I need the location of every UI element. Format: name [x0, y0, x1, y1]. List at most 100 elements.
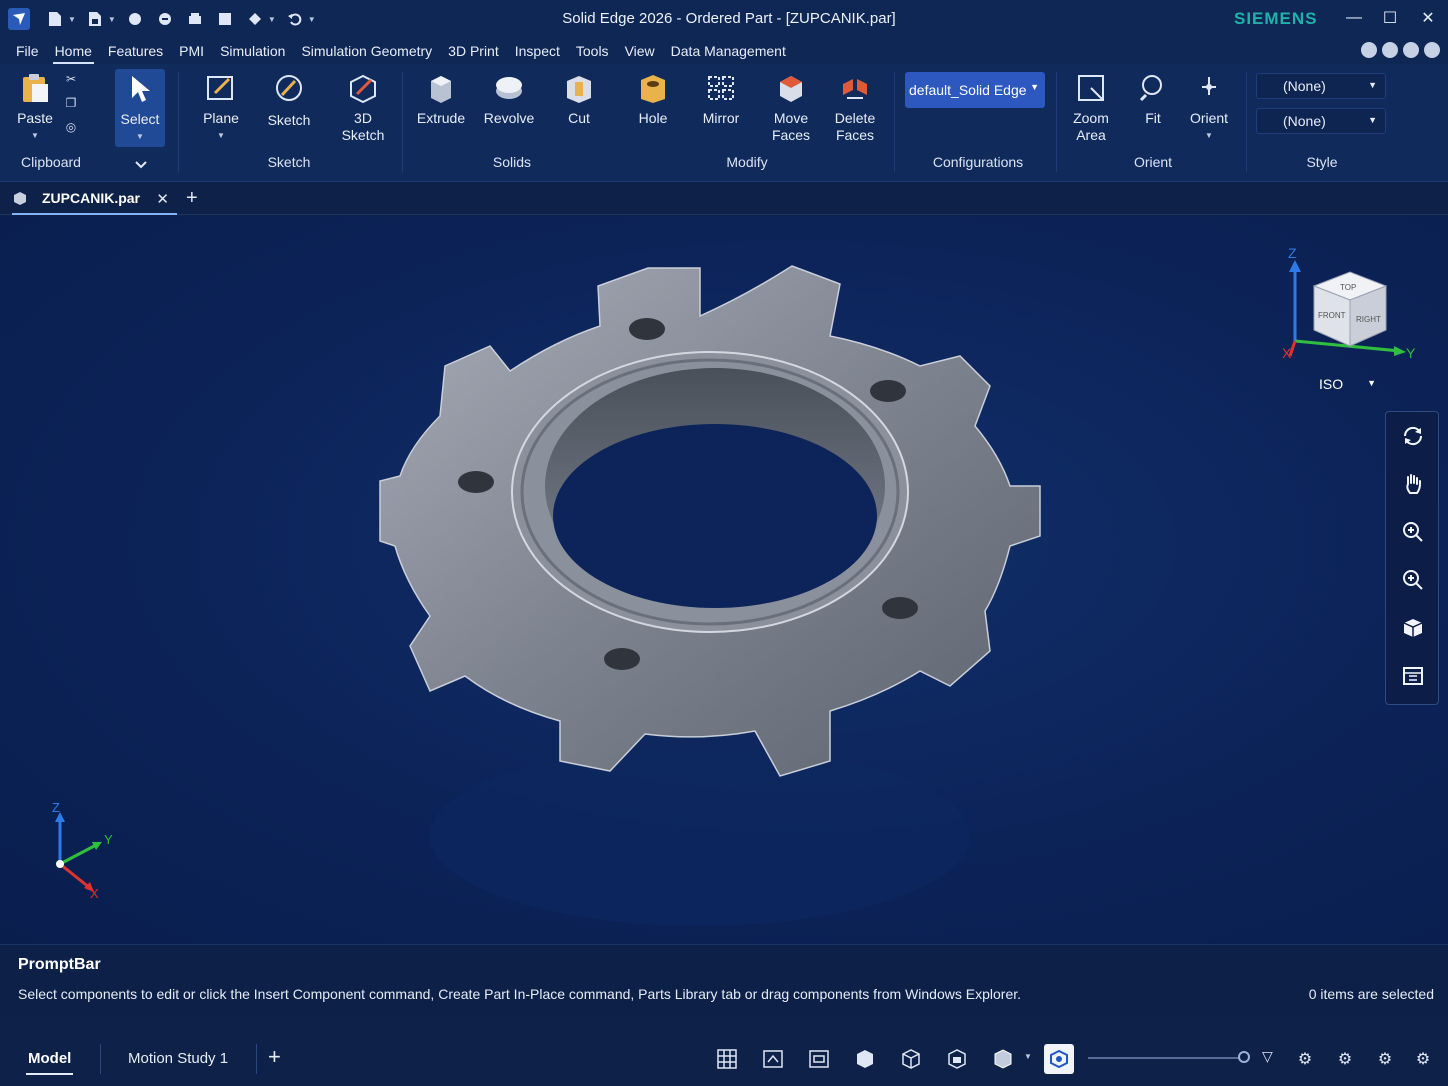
revolve-label: Revolve	[483, 110, 535, 126]
settings-icon[interactable]	[1382, 42, 1398, 58]
move-faces-button[interactable]: Move Faces	[764, 72, 818, 144]
sketch-view-icon[interactable]	[760, 1046, 786, 1072]
extrude-button[interactable]: Extrude	[414, 72, 468, 127]
mirror-label: Mirror	[702, 110, 740, 126]
gear-icon[interactable]: ⚙	[1332, 1046, 1358, 1072]
chevron-down-icon: ▼	[1367, 378, 1376, 388]
revolve-button[interactable]: Revolve	[482, 72, 536, 127]
gear-icon[interactable]: ⚙	[1410, 1046, 1436, 1072]
tab-motion-study[interactable]: Motion Study 1	[128, 1050, 228, 1067]
help-icon[interactable]	[1361, 42, 1377, 58]
menu-pmi[interactable]: PMI	[171, 38, 212, 64]
sprocket-model[interactable]	[379, 265, 1041, 777]
view-cube[interactable]: Z Y X TOP FRONT RIGHT	[1282, 245, 1416, 361]
cut-icon[interactable]: ✂	[62, 72, 80, 88]
gear-icon[interactable]: ⚙	[1372, 1046, 1398, 1072]
menu-home[interactable]: Home	[47, 38, 100, 64]
format-painter-icon[interactable]: ◎	[62, 120, 80, 136]
minimize-button[interactable]: —	[1336, 4, 1372, 32]
menu-inspect[interactable]: Inspect	[507, 38, 568, 64]
save-as-icon[interactable]	[152, 6, 178, 32]
bolt-hole	[604, 648, 640, 670]
maximize-button[interactable]: ☐	[1372, 4, 1408, 32]
undo-icon[interactable]	[282, 6, 308, 32]
group-clipboard-label: Clipboard	[21, 154, 81, 170]
select-group-expander[interactable]	[132, 156, 150, 173]
zoom-area-icon[interactable]	[1399, 566, 1427, 594]
fit-button[interactable]: Fit	[1126, 72, 1180, 127]
menu-simulation-geometry[interactable]: Simulation Geometry	[293, 38, 440, 64]
print-icon[interactable]	[182, 6, 208, 32]
new-file-icon[interactable]	[42, 6, 68, 32]
app-menu-icon[interactable]	[8, 8, 30, 30]
open-file-icon[interactable]	[82, 6, 108, 32]
menu-3d-print[interactable]: 3D Print	[440, 38, 507, 64]
mirror-button[interactable]: Mirror	[694, 72, 748, 127]
document-tab[interactable]: ZUPCANIK.par ✕	[12, 182, 177, 215]
graphics-viewport[interactable]: Z Y X Z Y X TOP FRONT RIGHT ISO ▼	[0, 216, 1448, 944]
view-style-select[interactable]: (None) ▼	[1256, 108, 1386, 134]
chevron-down-icon[interactable]: ▼	[268, 15, 276, 24]
tab-model[interactable]: Model	[25, 1050, 74, 1075]
chevron-down-icon[interactable]: ▼	[1024, 1052, 1032, 1061]
chevron-down-icon: ▼	[136, 132, 144, 141]
menu-tools[interactable]: Tools	[568, 38, 617, 64]
zoom-in-icon[interactable]	[1399, 518, 1427, 546]
view-slider-thumb[interactable]	[1238, 1051, 1250, 1063]
visible-edges-icon[interactable]	[944, 1046, 970, 1072]
refresh-icon[interactable]	[1403, 42, 1419, 58]
3d-sketch-button[interactable]: 3D Sketch	[338, 72, 388, 144]
document-tab-bar: ZUPCANIK.par ✕ +	[0, 182, 1448, 215]
group-style-label: Style	[1306, 154, 1338, 170]
model-canvas: Z Y X Z Y X TOP FRONT RIGHT	[52, 245, 1416, 926]
options-icon[interactable]	[1424, 42, 1440, 58]
view-style-icon[interactable]	[1044, 1044, 1074, 1074]
menu-simulation[interactable]: Simulation	[212, 38, 293, 64]
orient-button[interactable]: Orient ▼	[1182, 72, 1236, 144]
view-orientation-select[interactable]: ISO ▼	[1316, 373, 1384, 395]
shaded-icon[interactable]	[852, 1046, 878, 1072]
cut-button[interactable]: Cut	[552, 72, 606, 127]
select-button[interactable]: Select ▼	[115, 69, 165, 147]
chevron-down-icon[interactable]: ▼	[68, 15, 76, 24]
chevron-down-icon[interactable]: ▼	[108, 15, 116, 24]
brand-logo: SIEMENS	[1234, 9, 1318, 28]
chevron-down-icon[interactable]: ▼	[308, 15, 316, 24]
configuration-select[interactable]: default_Solid Edge ▼	[905, 72, 1045, 108]
section-view-icon[interactable]	[806, 1046, 832, 1072]
add-study-icon[interactable]: +	[268, 1044, 281, 1070]
command-finder-icon[interactable]	[242, 6, 268, 32]
plane-label: Plane	[203, 110, 239, 126]
publish-icon[interactable]	[212, 6, 238, 32]
save-icon[interactable]	[122, 6, 148, 32]
paste-button[interactable]: Paste ▼	[14, 72, 56, 144]
grid-icon[interactable]	[714, 1046, 740, 1072]
delete-faces-button[interactable]: Delete Faces	[828, 72, 882, 144]
menu-features[interactable]: Features	[100, 38, 171, 64]
zoom-area-button[interactable]: Zoom Area	[1064, 72, 1118, 144]
bolt-hole	[882, 597, 918, 619]
face-style-select[interactable]: (None) ▼	[1256, 73, 1386, 99]
wireframe-icon[interactable]	[898, 1046, 924, 1072]
sketch-view-icon[interactable]	[1399, 662, 1427, 690]
close-tab-icon[interactable]: ✕	[156, 190, 169, 208]
shaded-view-icon[interactable]	[1399, 614, 1427, 642]
gear-icon[interactable]: ⚙	[1292, 1046, 1318, 1072]
menu-file[interactable]: File	[8, 38, 47, 64]
view-slider-track[interactable]	[1088, 1057, 1246, 1059]
filter-icon[interactable]: ▽	[1262, 1048, 1273, 1065]
menu-data-management[interactable]: Data Management	[663, 38, 794, 64]
hole-button[interactable]: Hole	[626, 72, 680, 127]
sketch-icon	[273, 72, 305, 104]
add-tab-icon[interactable]: +	[186, 187, 198, 210]
prompt-bar-title: PromptBar	[18, 956, 101, 973]
copy-icon[interactable]: ❐	[62, 96, 80, 112]
group-configurations-label: Configurations	[932, 154, 1024, 170]
close-button[interactable]: ✕	[1410, 4, 1446, 32]
pan-hand-icon[interactable]	[1399, 470, 1427, 498]
plane-button[interactable]: Plane ▼	[196, 72, 246, 144]
shaded-edges-icon[interactable]	[990, 1046, 1016, 1072]
rotate-icon[interactable]	[1399, 422, 1427, 450]
menu-view[interactable]: View	[617, 38, 663, 64]
sketch-button[interactable]: Sketch	[264, 72, 314, 129]
